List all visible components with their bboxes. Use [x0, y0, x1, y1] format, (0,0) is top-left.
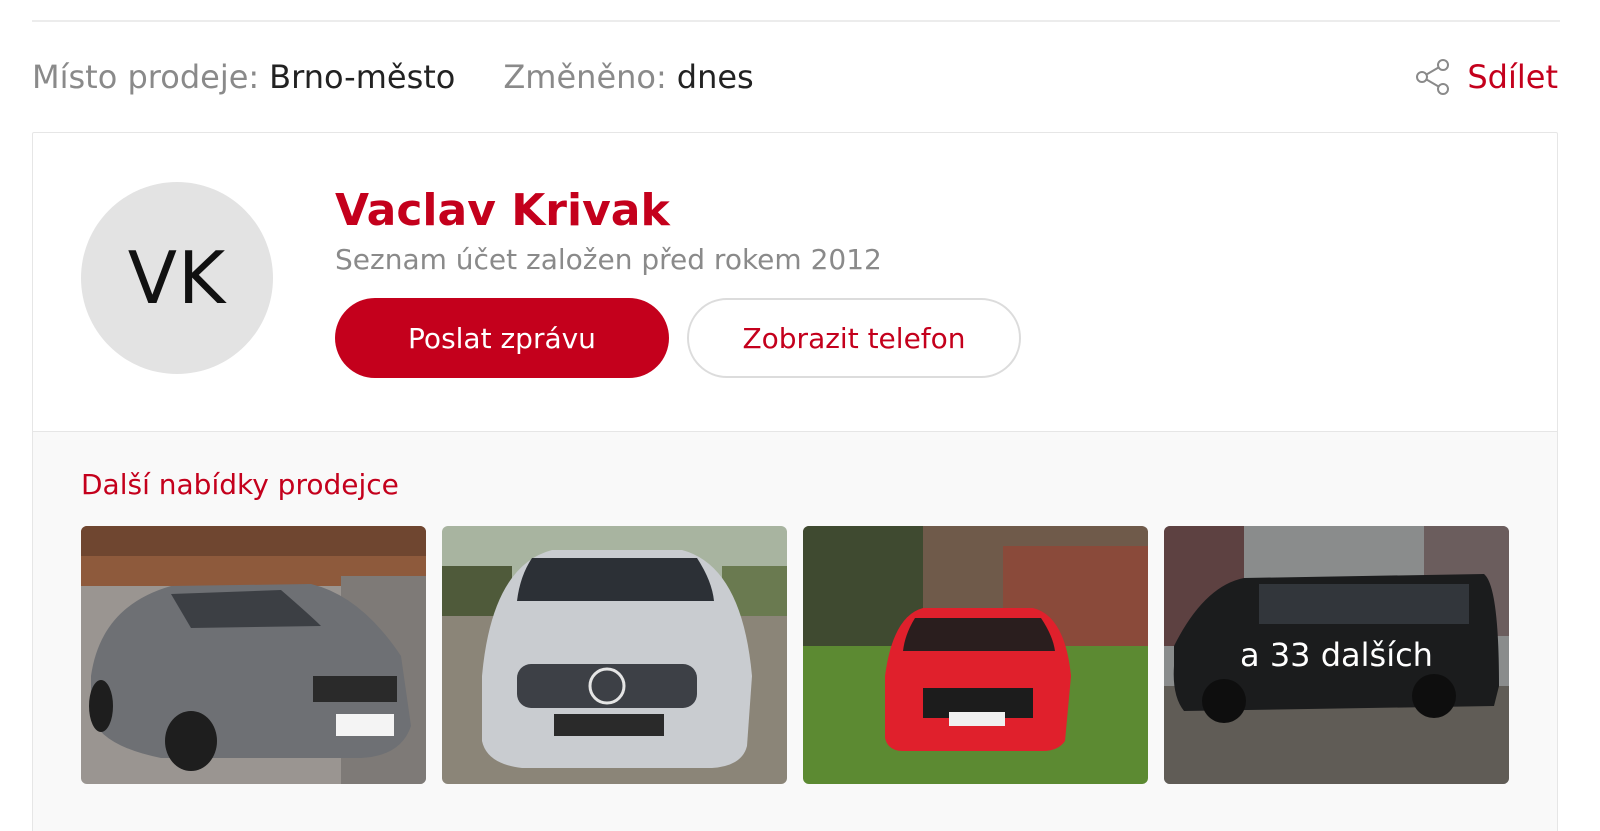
changed-label: Změněno: — [503, 58, 667, 96]
other-offers-section: Další nabídky prodejce a 33 dalších — [33, 431, 1557, 831]
account-since: Seznam účet založen před rokem 2012 — [335, 243, 882, 276]
share-button[interactable]: Sdílet — [1413, 52, 1558, 102]
send-message-button[interactable]: Poslat zprávu — [335, 298, 669, 378]
listing-meta: Místo prodeje: Brno-město Změněno: dnes — [32, 52, 754, 102]
offer-thumbnail[interactable]: a 33 dalších — [1164, 526, 1509, 784]
car-photo-red-honda-civic — [803, 526, 1148, 784]
offer-thumbnail[interactable] — [81, 526, 426, 784]
offer-thumbnail[interactable] — [442, 526, 787, 784]
seller-section: VK Vaclav Krivak Seznam účet založen pře… — [33, 133, 1557, 431]
changed-value: dnes — [676, 58, 754, 96]
top-divider — [32, 20, 1560, 22]
other-offers-title: Další nabídky prodejce — [81, 468, 399, 501]
seller-name[interactable]: Vaclav Krivak — [335, 185, 670, 236]
share-icon — [1416, 59, 1450, 95]
location-label: Místo prodeje: — [32, 58, 260, 96]
car-photo-silver-mercedes-b — [442, 526, 787, 784]
share-label: Sdílet — [1467, 58, 1558, 96]
seller-card: VK Vaclav Krivak Seznam účet založen pře… — [32, 132, 1558, 831]
location-value: Brno-město — [269, 58, 456, 96]
offers-thumbnails: a 33 dalších — [81, 526, 1509, 784]
offer-thumbnail[interactable] — [803, 526, 1148, 784]
avatar: VK — [81, 182, 273, 374]
car-photo-grey-mercedes-cla — [81, 526, 426, 784]
show-phone-button[interactable]: Zobrazit telefon — [687, 298, 1021, 378]
more-offers-label[interactable]: a 33 dalších — [1164, 526, 1509, 784]
